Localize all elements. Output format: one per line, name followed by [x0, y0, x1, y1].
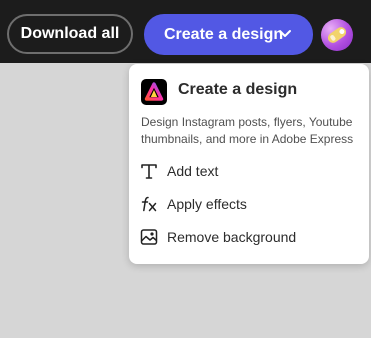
- create-design-dropdown: Create a design Design Instagram posts, …: [129, 64, 369, 264]
- menu-item-add-text[interactable]: Add text: [129, 157, 369, 185]
- menu-item-label: Add text: [167, 163, 219, 179]
- menu-item-remove-background[interactable]: Remove background: [129, 223, 369, 251]
- download-all-button[interactable]: Download all: [7, 14, 133, 54]
- menu-item-apply-effects[interactable]: Apply effects: [129, 190, 369, 218]
- menu-item-label: Apply effects: [167, 196, 247, 212]
- fx-icon: [141, 196, 157, 212]
- text-icon: [141, 164, 157, 179]
- menu-item-label: Remove background: [167, 229, 297, 245]
- menu-title: Create a design: [178, 81, 298, 98]
- menu-description: Design Instagram posts, flyers, Youtube …: [141, 115, 354, 146]
- download-all-label: Download all: [20, 25, 120, 42]
- adobe-express-logo-icon: [141, 79, 167, 105]
- create-design-label: Create a design: [164, 25, 284, 43]
- top-toolbar: Download all Create a design: [0, 0, 371, 63]
- remove-background-icon: [140, 229, 158, 245]
- avatar-illustration-icon: [327, 27, 347, 43]
- chevron-down-icon: [279, 30, 291, 37]
- user-avatar[interactable]: [321, 19, 353, 51]
- create-design-button[interactable]: Create a design: [144, 14, 313, 55]
